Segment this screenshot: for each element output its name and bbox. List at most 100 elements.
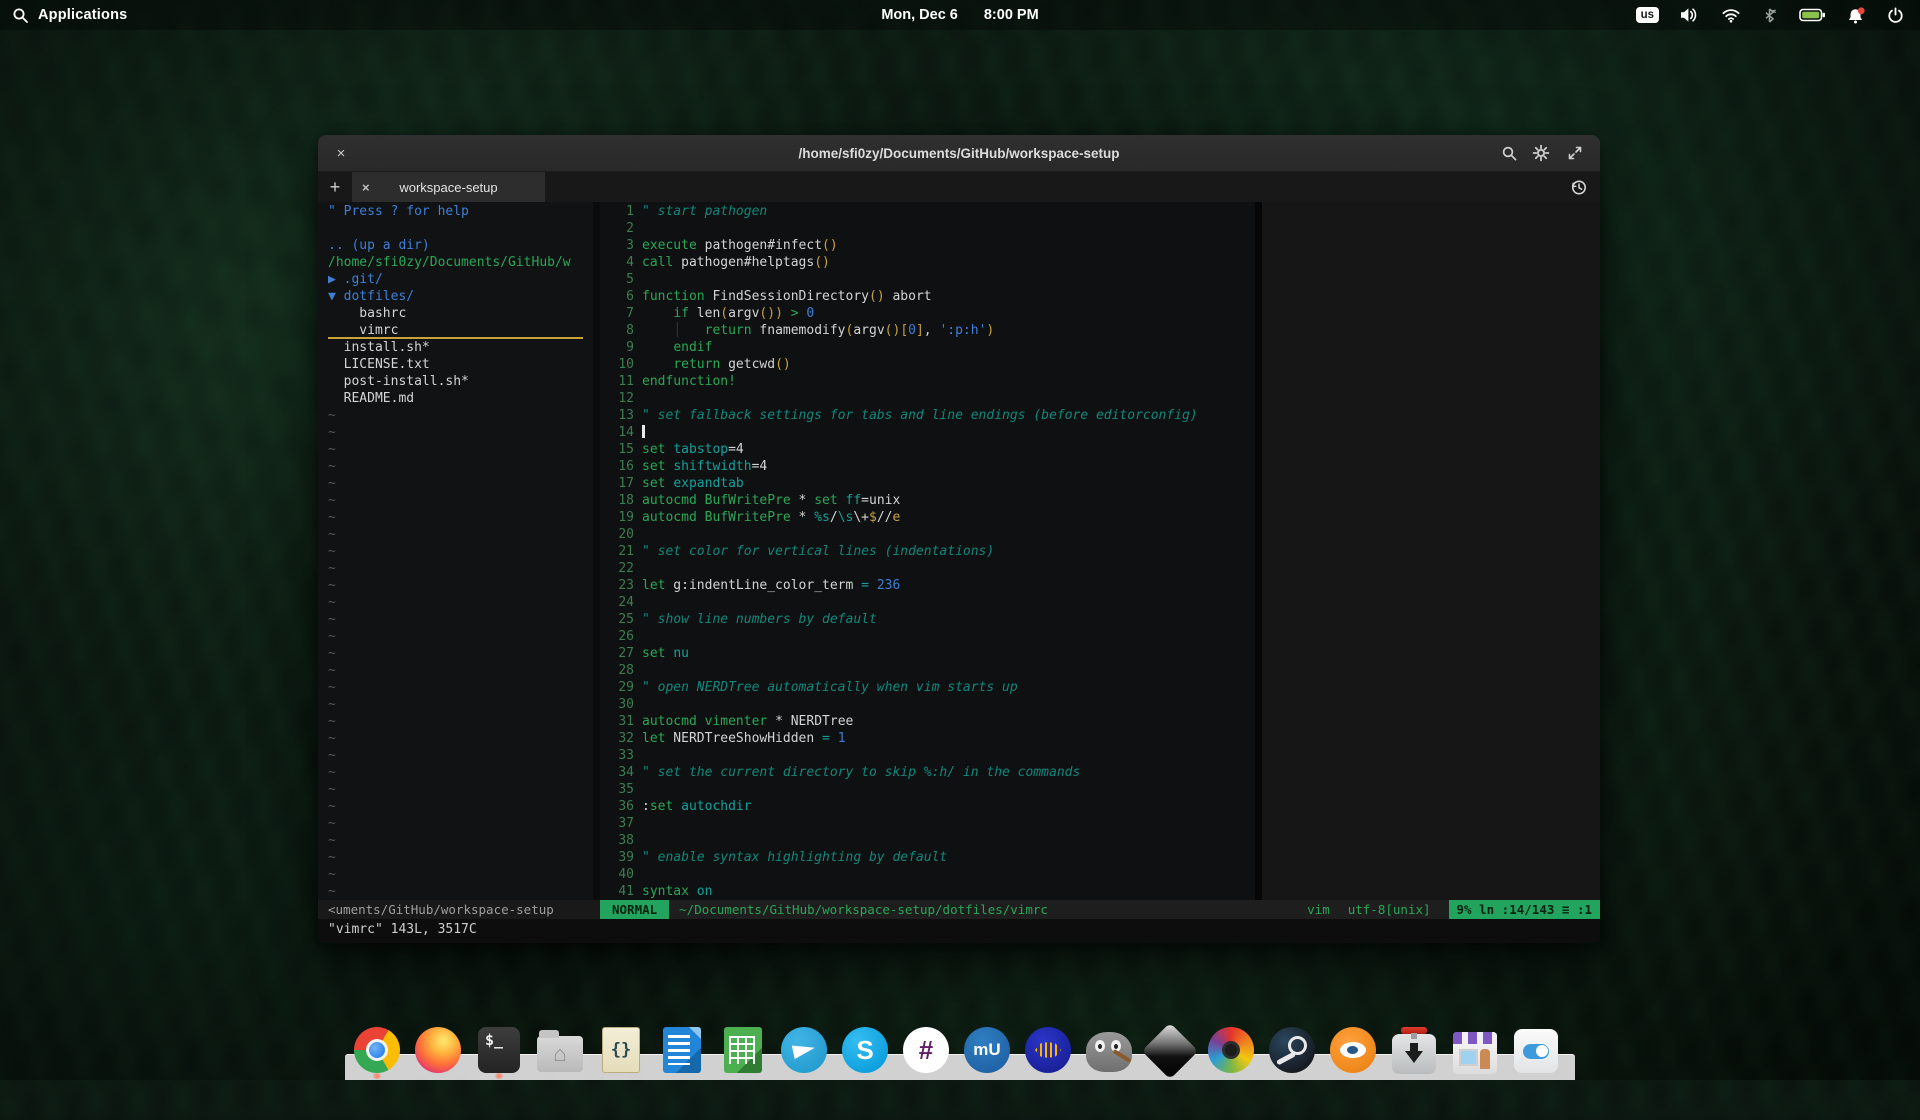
dock-item-gimp[interactable]	[1084, 1025, 1134, 1075]
code-line[interactable]: 38	[600, 832, 1255, 849]
nerdtree-row[interactable]: README.md	[328, 390, 593, 407]
dock-item-package-installer[interactable]	[1389, 1025, 1439, 1075]
dock-item-slack[interactable]: #	[901, 1025, 951, 1075]
nerdtree-row[interactable]: ~	[328, 441, 593, 458]
code-line[interactable]: 31 autocmd vimenter * NERDTree	[600, 713, 1255, 730]
nerdtree-row[interactable]: ~	[328, 594, 593, 611]
dock-item-photos[interactable]	[1206, 1025, 1256, 1075]
dock-item-skype[interactable]: S	[840, 1025, 890, 1075]
code-line[interactable]: 33	[600, 747, 1255, 764]
dock-item-firefox[interactable]	[413, 1025, 463, 1075]
code-line[interactable]: 1 " start pathogen	[600, 203, 1255, 220]
vim-editor[interactable]: 1 " start pathogen 2 3 execute pathogen#infe…	[600, 202, 1255, 900]
code-line[interactable]: 36:set autochdir	[600, 798, 1255, 815]
dock-item-code-editor[interactable]: {}	[596, 1025, 646, 1075]
nerdtree-row[interactable]: ~	[328, 543, 593, 560]
nerdtree-row[interactable]: /home/sfi0zy/Documents/GitHub/w	[328, 254, 593, 271]
nerdtree-row[interactable]: " Press ? for help	[328, 203, 593, 220]
code-line[interactable]: 26	[600, 628, 1255, 645]
code-line[interactable]: 10 return getcwd()	[600, 356, 1255, 373]
nerdtree-row[interactable]: ~	[328, 832, 593, 849]
nerdtree-row[interactable]: ~	[328, 798, 593, 815]
nerdtree-row[interactable]: ~	[328, 866, 593, 883]
code-line[interactable]: 24	[600, 594, 1255, 611]
code-line[interactable]: 27 set nu	[600, 645, 1255, 662]
nerdtree-row[interactable]: ~	[328, 424, 593, 441]
nerdtree-row[interactable]: LICENSE.txt	[328, 356, 593, 373]
gear-icon[interactable]	[1528, 135, 1554, 171]
new-tab-button[interactable]: +	[318, 172, 352, 202]
applications-menu[interactable]: Applications	[0, 7, 127, 24]
dock-item-files[interactable]: ⌂	[535, 1025, 585, 1075]
code-line[interactable]: 11 endfunction!	[600, 373, 1255, 390]
tab-close-icon[interactable]: ×	[362, 172, 370, 202]
tab-workspace-setup[interactable]: × workspace-setup	[352, 172, 545, 202]
code-line[interactable]: 34 " set the current directory to skip %:…	[600, 764, 1255, 781]
code-line[interactable]: 18 autocmd BufWritePre * set ff=unix	[600, 492, 1255, 509]
nerdtree-row[interactable]: ~	[328, 492, 593, 509]
dock-item-audacity[interactable]	[1023, 1025, 1073, 1075]
code-line[interactable]: 13 " set fallback settings for tabs and l…	[600, 407, 1255, 424]
code-line[interactable]: 28	[600, 662, 1255, 679]
nerdtree-row[interactable]: ~	[328, 679, 593, 696]
nerdtree-row-selected[interactable]: vimrc	[328, 322, 583, 339]
code-line[interactable]: 39 " enable syntax highlighting by defaul…	[600, 849, 1255, 866]
dock-item-system-settings[interactable]	[1511, 1025, 1561, 1075]
nerdtree-row[interactable]: ~	[328, 560, 593, 577]
code-line[interactable]: 32 let NERDTreeShowHidden = 1	[600, 730, 1255, 747]
code-line[interactable]: 17 set expandtab	[600, 475, 1255, 492]
nerdtree-row[interactable]: ~	[328, 475, 593, 492]
dock-item-libreoffice-writer[interactable]	[657, 1025, 707, 1075]
nerdtree-row[interactable]: ~	[328, 883, 593, 900]
window-split-divider[interactable]	[593, 202, 600, 900]
nerdtree-row[interactable]: ~	[328, 696, 593, 713]
nerdtree-row[interactable]: post-install.sh*	[328, 373, 593, 390]
nerdtree-row[interactable]: ~	[328, 815, 593, 832]
code-line[interactable]: 3 execute pathogen#infect()	[600, 237, 1255, 254]
history-icon[interactable]	[1569, 172, 1588, 202]
bluetooth-disabled-icon[interactable]	[1762, 7, 1778, 24]
nerdtree-row[interactable]: ~	[328, 611, 593, 628]
code-line[interactable]: 20	[600, 526, 1255, 543]
nerdtree-row[interactable]: ~	[328, 713, 593, 730]
terminal-search-button[interactable]	[1496, 135, 1522, 171]
nerdtree-row[interactable]: ~	[328, 645, 593, 662]
code-line[interactable]: 5	[600, 271, 1255, 288]
power-icon[interactable]	[1887, 7, 1904, 24]
nerdtree-row[interactable]: ~	[328, 407, 593, 424]
nerdtree-row[interactable]: install.sh*	[328, 339, 593, 356]
dock-item-blender[interactable]	[1328, 1025, 1378, 1075]
nerdtree-row[interactable]: ~	[328, 628, 593, 645]
code-line[interactable]: 25 " show line numbers by default	[600, 611, 1255, 628]
code-line[interactable]: 12	[600, 390, 1255, 407]
code-line[interactable]: 16 set shiftwidth=4	[600, 458, 1255, 475]
code-line[interactable]: 6 function FindSessionDirectory() abort	[600, 288, 1255, 305]
dock-item-chrome[interactable]	[352, 1025, 402, 1079]
code-line[interactable]: 35	[600, 781, 1255, 798]
nerdtree-row[interactable]: ~	[328, 509, 593, 526]
volume-icon[interactable]	[1680, 7, 1700, 23]
dock-item-steam[interactable]	[1267, 1025, 1317, 1075]
nerdtree-row[interactable]: ~	[328, 526, 593, 543]
notifications-bell-icon[interactable]	[1847, 6, 1866, 24]
dock-item-inkscape[interactable]	[1141, 1022, 1199, 1080]
code-line[interactable]: 8 │ return fnamemodify(argv()[0], ':p:h'…	[600, 322, 1255, 339]
code-line[interactable]: 14	[600, 424, 1255, 441]
dock-item-telegram[interactable]	[779, 1025, 829, 1075]
fullscreen-icon[interactable]	[1562, 135, 1588, 171]
code-line[interactable]: 30	[600, 696, 1255, 713]
nerdtree-row[interactable]: ~	[328, 849, 593, 866]
code-line[interactable]: 22	[600, 560, 1255, 577]
code-line[interactable]: 41 syntax on	[600, 883, 1255, 900]
nerdtree-row[interactable]: ▼ dotfiles/	[328, 288, 593, 305]
vim-command-line[interactable]: "vimrc" 143L, 3517C	[318, 919, 1600, 943]
code-line[interactable]: 7 if len(argv()) > 0	[600, 305, 1255, 322]
nerdtree-row[interactable]: ~	[328, 781, 593, 798]
nerdtree-row[interactable]: ~	[328, 577, 593, 594]
wifi-icon[interactable]	[1721, 7, 1741, 23]
nerdtree-row[interactable]: ~	[328, 730, 593, 747]
dock-item-terminal[interactable]: $_	[474, 1025, 524, 1079]
code-line[interactable]: 19 autocmd BufWritePre * %s/\s\+$//e	[600, 509, 1255, 526]
keyboard-layout-indicator[interactable]: us	[1635, 7, 1659, 23]
code-line[interactable]: 9 endif	[600, 339, 1255, 356]
